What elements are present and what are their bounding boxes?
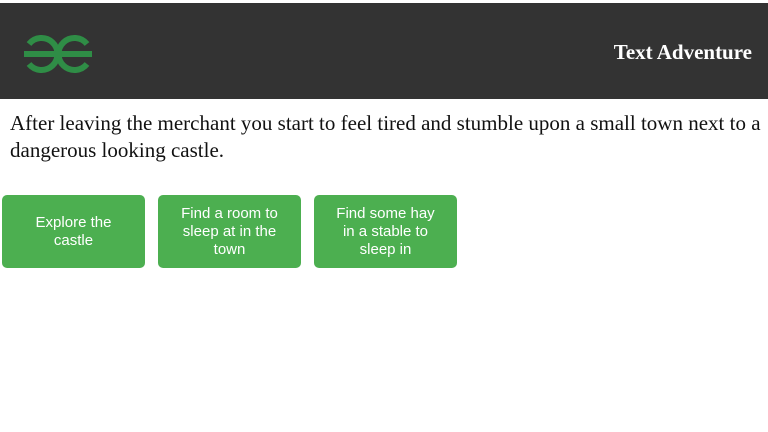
choice-button-explore-castle[interactable]: Explore the castle xyxy=(2,195,145,268)
header-bar: Text Adventure xyxy=(0,3,768,99)
choice-button-room-in-town[interactable]: Find a room to sleep at in the town xyxy=(158,195,301,268)
choices-group: Explore the castle Find a room to sleep … xyxy=(2,195,522,268)
story-text: After leaving the merchant you start to … xyxy=(10,111,761,162)
choice-button-hay-in-stable[interactable]: Find some hay in a stable to sleep in xyxy=(314,195,457,268)
page: Text Adventure After leaving the merchan… xyxy=(0,0,768,432)
gfg-logo-icon xyxy=(24,35,92,73)
page-title: Text Adventure xyxy=(613,40,752,64)
